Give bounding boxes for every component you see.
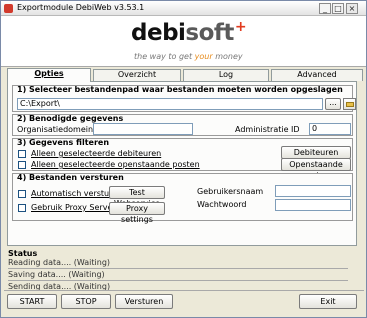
section-required-title: 2) Benodigde gegevens — [17, 114, 124, 123]
proxy-settings-button[interactable]: Proxy settings — [109, 202, 165, 224]
close-button[interactable]: × — [346, 3, 358, 14]
title-bar: Exportmodule DebiWeb v3.53.1 _ □ × — [1, 1, 366, 16]
start-button[interactable]: START — [7, 294, 57, 309]
versturen-button[interactable]: Versturen — [115, 294, 173, 309]
debisoft-logo: debisoft+ — [131, 19, 247, 46]
tab-overzicht[interactable]: Overzicht — [93, 69, 181, 81]
tagline-money: money — [212, 52, 243, 61]
posten-checkbox[interactable] — [18, 161, 26, 169]
org-input[interactable] — [93, 123, 193, 135]
admin-id-label: Administratie ID — [235, 125, 300, 134]
tagline-your: your — [194, 52, 213, 61]
tagline-start: the way to get — [134, 52, 195, 61]
status-divider — [8, 280, 348, 281]
tagline: the way to get your money — [134, 52, 243, 61]
logo-soft: soft — [185, 20, 234, 46]
options-panel: 1) Selecteer bestandenpad waar bestanden… — [7, 81, 357, 246]
app-icon — [4, 4, 13, 13]
section-filter: 3) Gegevens filteren Alleen geselecteerd… — [12, 138, 353, 180]
password-label: Wachtwoord — [197, 200, 247, 209]
openstaande-posten-button[interactable]: Openstaande posten — [281, 158, 351, 180]
status-area: Status Reading data.... (Waiting) Saving… — [4, 249, 364, 291]
status-reading: Reading data.... (Waiting) — [8, 258, 111, 267]
posten-checkbox-label[interactable]: Alleen geselecteerde openstaande posten — [31, 160, 200, 169]
username-label: Gebruikersnaam — [197, 187, 264, 196]
debiteuren-checkbox-label[interactable]: Alleen geselecteerde debiteuren — [31, 149, 161, 158]
folder-open-icon — [346, 102, 354, 107]
proxy-checkbox[interactable] — [18, 204, 26, 212]
section-filter-title: 3) Gegevens filteren — [17, 138, 110, 147]
path-input[interactable]: C:\Export\ — [17, 98, 323, 110]
footer-divider — [4, 290, 364, 291]
debiteuren-checkbox[interactable] — [18, 150, 26, 158]
maximize-button[interactable]: □ — [332, 3, 344, 14]
logo-plus: + — [234, 19, 247, 35]
open-folder-button[interactable] — [343, 98, 356, 110]
window-title: Exportmodule DebiWeb v3.53.1 — [17, 3, 145, 12]
admin-id-input[interactable]: 0 — [309, 123, 351, 135]
status-title: Status — [8, 249, 38, 258]
password-input[interactable] — [275, 199, 351, 211]
section-path: 1) Selecteer bestandenpad waar bestanden… — [12, 85, 356, 112]
browse-button[interactable]: ... — [325, 98, 341, 110]
status-divider — [8, 268, 348, 269]
exit-button[interactable]: Exit — [299, 294, 357, 309]
logo-debi: debi — [131, 20, 186, 46]
section-required: 2) Benodigde gegevens Organisatiedomein … — [12, 114, 353, 136]
banner: debisoft+ the way to get your money — [1, 16, 366, 67]
section-send-title: 4) Bestanden versturen — [17, 173, 124, 182]
proxy-label[interactable]: Gebruik Proxy Server — [31, 203, 116, 212]
status-saving: Saving data.... (Waiting) — [8, 270, 105, 279]
test-webservice-button[interactable]: Test Webservice — [109, 186, 165, 208]
auto-send-checkbox[interactable] — [18, 190, 26, 198]
tab-advanced[interactable]: Advanced — [271, 69, 363, 81]
username-input[interactable] — [275, 185, 351, 197]
tab-opties[interactable]: Opties — [7, 68, 91, 82]
section-send: 4) Bestanden versturen Automatisch verst… — [12, 173, 353, 224]
org-label: Organisatiedomein — [17, 125, 94, 134]
minimize-button[interactable]: _ — [319, 3, 331, 14]
app-window: Exportmodule DebiWeb v3.53.1 _ □ × debis… — [0, 0, 367, 318]
stop-button[interactable]: STOP — [61, 294, 111, 309]
tab-log[interactable]: Log — [183, 69, 269, 81]
section-path-title: 1) Selecteer bestandenpad waar bestanden… — [17, 85, 343, 94]
